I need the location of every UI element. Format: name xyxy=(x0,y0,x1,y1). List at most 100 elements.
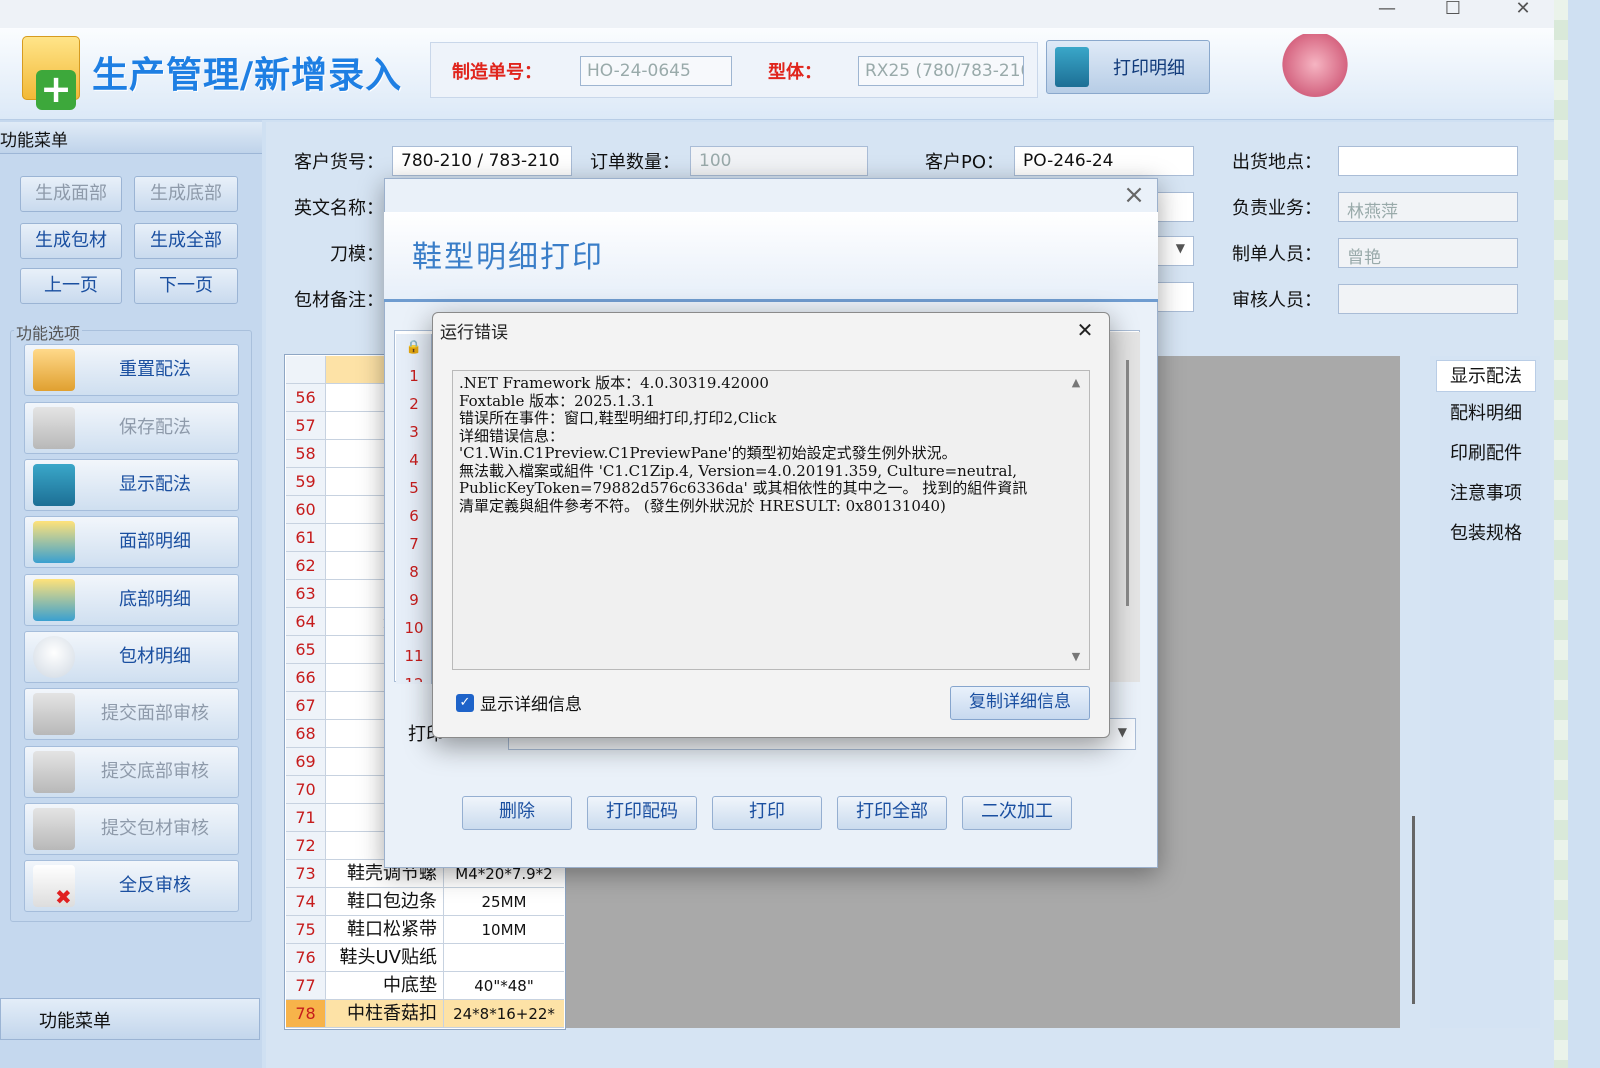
print-dialog-row-number[interactable]: 3 xyxy=(396,418,432,446)
sole-detail-button[interactable]: 底部明细 xyxy=(24,574,239,626)
sidebar-footer-menu[interactable]: 功能菜单 xyxy=(0,998,260,1040)
grid-row-number[interactable]: 57 xyxy=(286,412,326,440)
grid-row-number[interactable]: 72 xyxy=(286,832,326,860)
next-page-button[interactable]: 下一页 xyxy=(134,268,238,304)
grid-row-number[interactable]: 70 xyxy=(286,776,326,804)
grid-cell-name[interactable]: 鞋口包边条 xyxy=(326,888,444,916)
print-dialog-row-number[interactable]: 8 xyxy=(396,558,432,586)
generate-upper-button[interactable]: 生成面部 xyxy=(20,176,122,212)
right-menu-packing-spec[interactable]: 包装规格 xyxy=(1436,518,1536,550)
print-size-button[interactable]: 打印配码 xyxy=(587,796,697,830)
grid-row-number[interactable]: 78 xyxy=(286,1000,326,1028)
order-no-field[interactable]: HO-24-0645 xyxy=(580,56,732,86)
delete-button[interactable]: 删除 xyxy=(462,796,572,830)
previous-page-button[interactable]: 上一页 xyxy=(20,268,122,304)
grid-row-number[interactable]: 60 xyxy=(286,496,326,524)
grid-row-number[interactable]: 56 xyxy=(286,384,326,412)
packaging-detail-button[interactable]: 包材明细 xyxy=(24,631,239,683)
right-menu-material-detail[interactable]: 配料明细 xyxy=(1436,398,1536,430)
grid-row-number[interactable]: 77 xyxy=(286,972,326,1000)
submit-upper-review-button[interactable]: 提交面部审核 xyxy=(24,688,239,740)
grid-cell-spec[interactable]: 25MM xyxy=(444,888,564,916)
grid-cell-name[interactable]: 中底垫 xyxy=(326,972,444,1000)
grid-row-number[interactable]: 67 xyxy=(286,692,326,720)
grid-row-number[interactable]: 61 xyxy=(286,524,326,552)
grid-row-number[interactable]: 75 xyxy=(286,916,326,944)
print-dialog-row-number[interactable]: 6 xyxy=(396,502,432,530)
right-menu-notes[interactable]: 注意事项 xyxy=(1436,478,1536,510)
pack-note-label: 包材备注： xyxy=(294,290,384,311)
grid-cell-name[interactable]: 鞋头UV贴纸 xyxy=(326,944,444,972)
grid-cell-name[interactable]: 鞋口松紧带 xyxy=(326,916,444,944)
window-titlebar xyxy=(0,0,1558,28)
grid-row-number[interactable]: 66 xyxy=(286,664,326,692)
scroll-down-arrow-icon[interactable]: ▼ xyxy=(1068,650,1084,666)
print-dialog-row-number[interactable]: 11 xyxy=(396,642,432,670)
grid-cell-spec[interactable]: 40"*48" xyxy=(444,972,564,1000)
reverse-all-review-button[interactable]: ✖ 全反审核 xyxy=(24,860,239,912)
grid-row-number[interactable]: 64 xyxy=(286,608,326,636)
scroll-up-arrow-icon[interactable]: ▲ xyxy=(1068,376,1084,392)
grid-row-number[interactable]: 69 xyxy=(286,748,326,776)
error-line: 错误所在事件：窗口,鞋型明细打印,打印2,Click xyxy=(459,409,777,427)
grid-corner[interactable] xyxy=(286,356,326,384)
show-formula-button[interactable]: 显示配法 xyxy=(24,459,239,511)
maker-field[interactable]: 曾艳 xyxy=(1338,238,1518,268)
order-qty-field[interactable]: 100 xyxy=(690,146,868,176)
maximize-button[interactable]: ☐ xyxy=(1436,0,1470,24)
grid-row-number[interactable]: 62 xyxy=(286,552,326,580)
show-details-checkbox[interactable]: ✓ xyxy=(456,694,474,712)
grid-row-number[interactable]: 71 xyxy=(286,804,326,832)
grid-row-number[interactable]: 74 xyxy=(286,888,326,916)
print-dialog-row-number[interactable]: 1 xyxy=(396,362,432,390)
print-dialog-row-number[interactable]: 12 xyxy=(396,670,432,682)
print-dialog-row-number[interactable]: 5 xyxy=(396,474,432,502)
preview-scrollbar[interactable] xyxy=(1412,816,1415,1004)
save-formula-button[interactable]: 保存配法 xyxy=(24,402,239,454)
submit-sole-review-button[interactable]: 提交底部审核 xyxy=(24,746,239,798)
grid-cell-spec[interactable]: 10MM xyxy=(444,916,564,944)
print-dialog-scroll-thumb[interactable] xyxy=(1126,360,1129,606)
print-dialog-row-number[interactable]: 4 xyxy=(396,446,432,474)
sales-field[interactable]: 林燕萍 xyxy=(1338,192,1518,222)
print-detail-button[interactable]: 打印明细 xyxy=(1046,40,1210,94)
print-button[interactable]: 打印 xyxy=(712,796,822,830)
generate-packaging-button[interactable]: 生成包材 xyxy=(20,223,122,259)
grid-row-number[interactable]: 58 xyxy=(286,440,326,468)
grid-row-number[interactable]: 63 xyxy=(286,580,326,608)
minimize-button[interactable]: — xyxy=(1370,0,1404,24)
generate-all-button[interactable]: 生成全部 xyxy=(134,223,238,259)
print-dialog-row-number[interactable]: 7 xyxy=(396,530,432,558)
print-dialog-row-number[interactable]: 10 xyxy=(396,614,432,642)
grid-cell-spec[interactable]: 24*8*16+22* xyxy=(444,1000,564,1028)
close-window-button[interactable]: ✕ xyxy=(1506,0,1540,24)
error-dialog-close-button[interactable]: ✕ xyxy=(1070,316,1100,344)
customer-po-field[interactable]: PO-246-24 xyxy=(1014,146,1194,176)
right-menu-print-parts[interactable]: 印刷配件 xyxy=(1436,438,1536,470)
error-details-text[interactable]: .NET Framework 版本：4.0.30319.42000 Foxtabl… xyxy=(452,370,1090,670)
reviewer-field[interactable] xyxy=(1338,284,1518,314)
submit-packaging-review-button[interactable]: 提交包材审核 xyxy=(24,803,239,855)
grid-cell-name[interactable]: 中柱香菇扣 xyxy=(326,1000,444,1028)
print-dialog-close-button[interactable]: × xyxy=(1120,180,1148,210)
print-all-button[interactable]: 打印全部 xyxy=(837,796,947,830)
generate-sole-button[interactable]: 生成底部 xyxy=(134,176,238,212)
grid-row-number[interactable]: 76 xyxy=(286,944,326,972)
print-dialog-scrollbar[interactable] xyxy=(1108,332,1140,682)
secondary-process-button[interactable]: 二次加工 xyxy=(962,796,1072,830)
upper-detail-button[interactable]: 面部明细 xyxy=(24,516,239,568)
model-field[interactable]: RX25 (780/783-210 xyxy=(858,56,1024,86)
grid-row-number[interactable]: 59 xyxy=(286,468,326,496)
print-dialog-row-number[interactable]: 9 xyxy=(396,586,432,614)
grid-row-number[interactable]: 68 xyxy=(286,720,326,748)
copy-details-button[interactable]: 复制详细信息 xyxy=(950,686,1090,720)
grid-cell-spec[interactable] xyxy=(444,944,564,972)
right-menu-show-formula[interactable]: 显示配法 xyxy=(1436,360,1536,392)
order-qty-label: 订单数量： xyxy=(590,152,680,173)
grid-row-number[interactable]: 73 xyxy=(286,860,326,888)
customer-no-field[interactable]: 780-210 / 783-210 xyxy=(392,146,572,176)
reset-formula-button[interactable]: 重置配法 xyxy=(24,344,239,396)
print-dialog-row-number[interactable]: 2 xyxy=(396,390,432,418)
ship-location-field[interactable] xyxy=(1338,146,1518,176)
grid-row-number[interactable]: 65 xyxy=(286,636,326,664)
